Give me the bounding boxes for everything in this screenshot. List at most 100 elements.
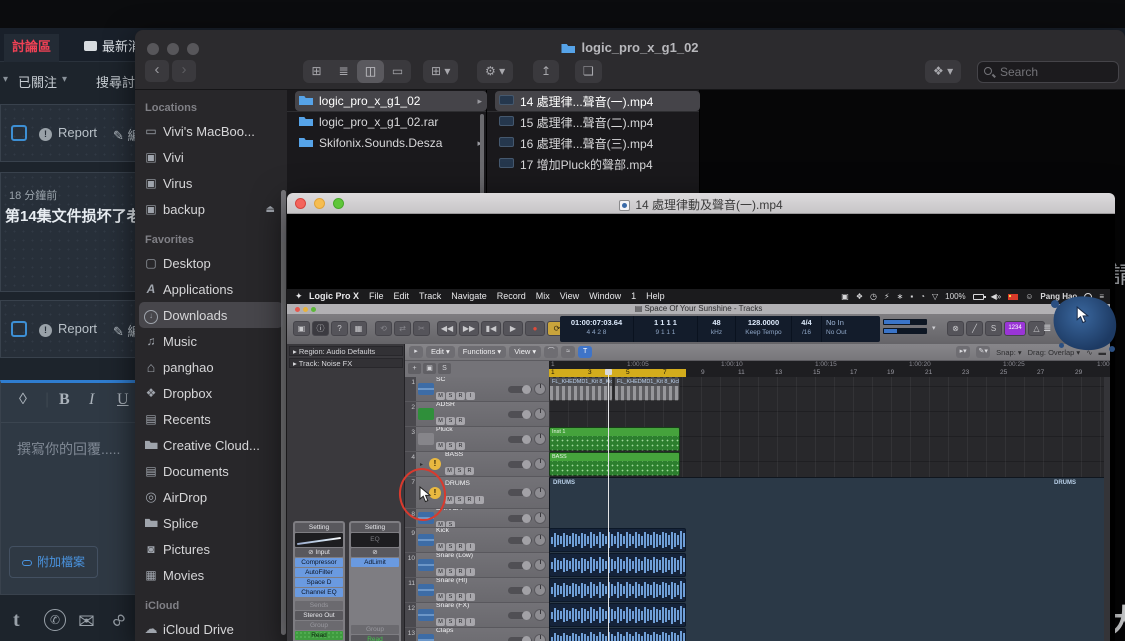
record-enable-button[interactable]: R xyxy=(456,417,465,425)
disclosure-triangle-icon[interactable]: ▸ xyxy=(418,461,425,468)
scissors-icon[interactable]: ✂ xyxy=(413,321,430,336)
sidebar-item[interactable]: Music xyxy=(139,328,283,354)
playhead[interactable] xyxy=(608,369,609,641)
solo-button[interactable]: S xyxy=(446,543,455,551)
menu-item[interactable]: Navigate xyxy=(451,289,487,304)
action-gear-button[interactable]: ⚙ ▾ xyxy=(477,60,513,83)
sidebar-item[interactable]: Virus xyxy=(139,170,283,196)
group-button[interactable]: ⊞ ▾ xyxy=(423,60,458,83)
menu-item[interactable]: Track xyxy=(419,289,441,304)
record-enable-button[interactable]: R xyxy=(456,618,465,626)
icon-view-button[interactable]: ⊞ xyxy=(303,60,330,83)
input-slot[interactable]: ⊘ Input xyxy=(295,548,343,557)
mute-button[interactable]: M xyxy=(445,496,454,504)
input-slot[interactable]: ⊘ xyxy=(351,548,399,557)
mute-button[interactable]: M xyxy=(436,568,445,576)
volume-slider[interactable] xyxy=(508,461,532,468)
pan-knob[interactable] xyxy=(534,512,546,524)
volume-slider[interactable] xyxy=(508,515,532,522)
menu-item[interactable]: Help xyxy=(646,289,665,304)
file-row[interactable]: logic_pro_x_g1_02.rar xyxy=(295,112,487,132)
volume-slider[interactable] xyxy=(508,436,532,443)
mute-button[interactable]: M xyxy=(436,521,445,528)
rewind-button[interactable]: ◀◀ xyxy=(437,321,457,336)
group-slot[interactable]: Group xyxy=(295,621,343,630)
lcd-display[interactable]: 01:00:07:03.644 4 2 8 1 1 1 19 1 1 1 48k… xyxy=(560,316,880,342)
search-field[interactable] xyxy=(977,61,1119,83)
record-enable-button[interactable]: R xyxy=(465,467,474,475)
sidebar-item[interactable]: backup ⏏ xyxy=(139,196,283,222)
eq-thumbnail[interactable]: EQ xyxy=(351,533,399,547)
sidebar-scrollbar[interactable] xyxy=(281,190,286,635)
track-inspector-header[interactable]: ▸ Track: Noise FX xyxy=(289,358,403,368)
sidebar-item[interactable]: Recents xyxy=(139,406,283,432)
sidebar-item[interactable]: Creative Cloud... xyxy=(139,432,283,458)
search-input[interactable] xyxy=(1000,62,1115,82)
snap-label[interactable]: Snap: ▾ xyxy=(996,348,1021,357)
forward-button[interactable]: ▶▶ xyxy=(459,321,479,336)
volume-slider[interactable] xyxy=(508,612,532,619)
minimize-icon[interactable] xyxy=(303,307,308,312)
volume-slider[interactable] xyxy=(508,386,532,393)
menu-item[interactable]: View xyxy=(560,289,579,304)
arrange-area[interactable]: DRUMS DRUMS FL_KHEDMD1_Kit 8_Kick FL_KHE… xyxy=(549,377,1110,641)
mute-button[interactable]: M xyxy=(436,392,445,400)
menu-item[interactable]: Mix xyxy=(536,289,550,304)
time-machine-icon[interactable]: ◔ xyxy=(920,289,925,304)
input-monitor-button[interactable]: I xyxy=(466,593,475,601)
track-header[interactable]: 10 Snare (Low) MSRI xyxy=(405,553,549,578)
library-button[interactable]: ▣ xyxy=(293,321,310,336)
pan-knob[interactable] xyxy=(534,609,546,621)
report-button[interactable]: !Report xyxy=(39,321,97,337)
mute-button[interactable]: M xyxy=(436,618,445,626)
sidebar-item[interactable]: Splice xyxy=(139,510,283,536)
underline-button[interactable]: U xyxy=(117,391,129,409)
input-monitor-button[interactable]: I xyxy=(466,543,475,551)
left-click-tool-menu[interactable]: ▸▾ xyxy=(956,346,970,358)
file-row[interactable]: 15 處理律...聲音(二).mp4 xyxy=(495,112,700,132)
eq-thumbnail[interactable] xyxy=(295,533,343,547)
audio-waveform-region[interactable] xyxy=(549,603,686,627)
menu-item[interactable]: 1 xyxy=(631,289,636,304)
sidebar-item[interactable]: Vivi xyxy=(139,144,283,170)
menu-item[interactable]: File xyxy=(369,289,384,304)
eject-icon[interactable]: ⏏ xyxy=(266,204,275,215)
track-header[interactable]: 3 Pluck MSR xyxy=(405,427,549,452)
solo-button[interactable]: S xyxy=(446,392,455,400)
midi-region[interactable]: BASS xyxy=(549,452,680,476)
volume-slider[interactable] xyxy=(508,537,532,544)
bluetooth-icon[interactable]: ∗ xyxy=(897,289,904,304)
finder-titlebar[interactable]: logic_pro_x_g1_02 ‹› ⊞ ≣ ◫ ▭ ⊞ ▾ ⚙ ▾ ↥ ❏… xyxy=(135,30,1125,90)
pan-knob[interactable] xyxy=(534,408,546,420)
mute-button[interactable]: M xyxy=(436,442,445,450)
pan-knob[interactable] xyxy=(534,584,546,596)
back-button[interactable]: ‹ xyxy=(145,60,169,82)
volume-slider[interactable] xyxy=(508,411,532,418)
automation-slot[interactable]: Read xyxy=(295,631,343,640)
track-header[interactable]: 13 Claps MSRI xyxy=(405,628,549,641)
tags-button[interactable]: ❏ xyxy=(575,60,602,83)
sidebar-item[interactable]: Desktop xyxy=(139,250,283,276)
solo-button[interactable]: S xyxy=(446,568,455,576)
audio-waveform-region[interactable] xyxy=(549,578,686,602)
solo-button[interactable]: S xyxy=(455,496,464,504)
solo-button[interactable]: S xyxy=(446,417,455,425)
column-view-button[interactable]: ◫ xyxy=(357,60,384,83)
followed-filter[interactable]: 已關注 xyxy=(18,72,57,91)
file-row[interactable]: 14 處理律...聲音(一).mp4 xyxy=(495,91,700,111)
plugin-slot[interactable]: Space D xyxy=(295,578,343,587)
record-enable-button[interactable]: R xyxy=(456,543,465,551)
tab-discussion[interactable]: 討論區 xyxy=(4,34,59,62)
solo-button[interactable]: S xyxy=(446,521,455,528)
timeline-ruler[interactable]: 11:00:051:00:101:00:151:00:201:00:251:00… xyxy=(549,361,1110,377)
channel-setting-button[interactable]: Setting xyxy=(295,523,343,532)
pan-knob[interactable] xyxy=(534,534,546,546)
sidebar-item[interactable]: Movies xyxy=(139,562,283,588)
record-enable-button[interactable]: R xyxy=(456,442,465,450)
solo-button[interactable]: S xyxy=(455,467,464,475)
post-checkbox[interactable] xyxy=(11,321,27,337)
pan-knob[interactable] xyxy=(534,458,546,470)
mute-button[interactable]: M xyxy=(436,417,445,425)
flash-icon[interactable]: ⚡ xyxy=(884,289,890,304)
volume-icon[interactable]: ◀» xyxy=(991,289,1002,304)
